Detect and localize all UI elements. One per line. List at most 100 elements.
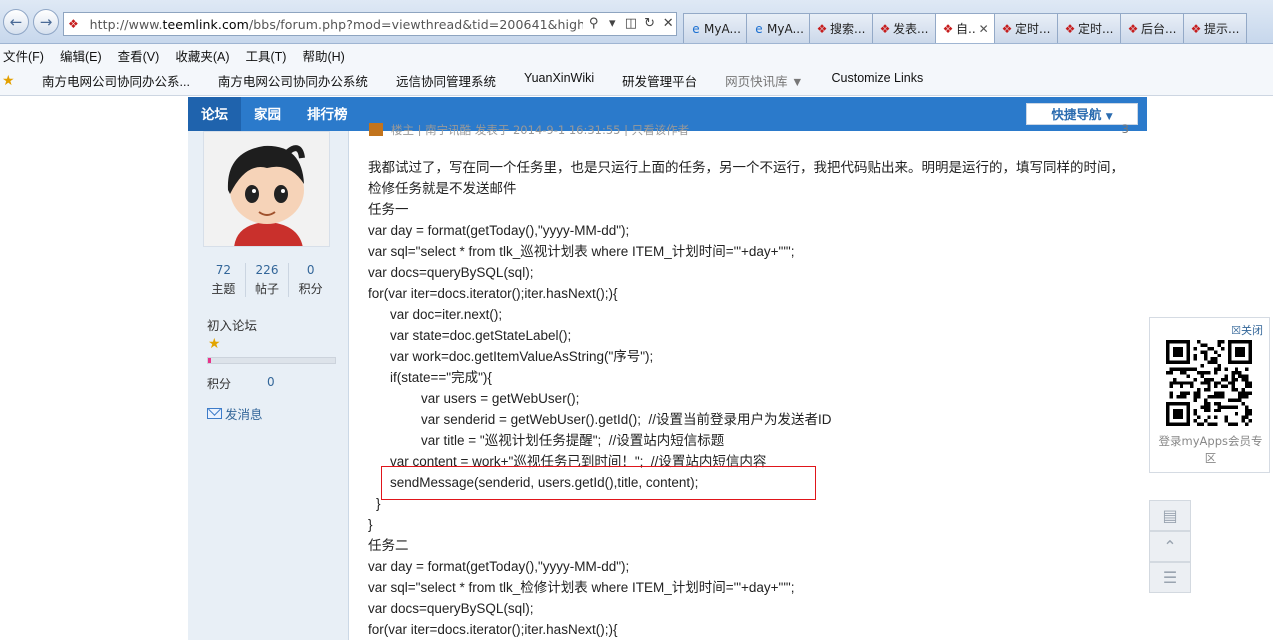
browser-tab[interactable]: ❖ 搜索... bbox=[809, 13, 873, 43]
ie-icon: e bbox=[755, 21, 763, 36]
browser-tab[interactable]: ❖ 提示... bbox=[1183, 13, 1247, 43]
code-line: for(var iter=docs.iterator();iter.hasNex… bbox=[368, 286, 618, 301]
menu-item[interactable]: 查看(V) bbox=[118, 46, 160, 65]
refresh-icon[interactable]: ↻ bbox=[642, 15, 658, 33]
code-line: var sql="select * from tlk_检修计划表 where I… bbox=[368, 580, 795, 595]
browser-tab[interactable]: ❖ 定时... bbox=[994, 13, 1058, 43]
author-sidebar: 72 主题 226 帖子 0 积分 初入论坛 ★ 积分 0 发消息 bbox=[188, 131, 349, 640]
nav-tab-ranking[interactable]: 排行榜 bbox=[294, 97, 361, 131]
code-line: for(var iter=docs.iterator();iter.hasNex… bbox=[368, 622, 618, 637]
compat-view-icon[interactable]: ◫ bbox=[623, 15, 639, 33]
level-star-icon: ★ bbox=[208, 336, 221, 352]
code-line: var users = getWebUser(); bbox=[421, 391, 580, 406]
user-group[interactable]: 初入论坛 bbox=[207, 315, 257, 334]
browser-tab[interactable]: ❖ 发表... bbox=[872, 13, 936, 43]
browser-titlebar: ← → ❖ http://www.teemlink.com/bbs/forum.… bbox=[0, 0, 1273, 44]
favorite-link[interactable]: 研发管理平台 bbox=[622, 71, 697, 90]
browser-tab[interactable]: e MyA... bbox=[683, 13, 747, 43]
browser-tab[interactable]: ❖ 后台... bbox=[1120, 13, 1184, 43]
browser-tab[interactable]: ❖ 定时... bbox=[1057, 13, 1121, 43]
code-line: var docs=queryBySQL(sql); bbox=[368, 265, 534, 280]
menu-item[interactable]: 编辑(E) bbox=[60, 46, 102, 65]
qr-code-image bbox=[1166, 340, 1252, 426]
forward-button[interactable]: → bbox=[33, 9, 59, 35]
list-button[interactable]: ☰ bbox=[1149, 562, 1191, 593]
code-line: if(state=="完成"){ bbox=[390, 370, 492, 385]
code-line: sendMessage(senderid, users.getId(),titl… bbox=[390, 475, 699, 490]
comment-button[interactable]: ▤ bbox=[1149, 500, 1191, 531]
teemlink-icon: ❖ bbox=[1127, 21, 1139, 36]
stat-posts[interactable]: 226 帖子 bbox=[246, 263, 290, 297]
level-progress-bar bbox=[207, 357, 336, 364]
dropdown-arrow-icon[interactable]: ▾ bbox=[604, 15, 620, 33]
code-line: var senderid = getWebUser().getId(); //设… bbox=[421, 412, 832, 427]
teemlink-icon: ❖ bbox=[816, 21, 828, 36]
favorite-link[interactable]: 网页快讯库 ▼ bbox=[725, 71, 803, 90]
stat-value: 226 bbox=[255, 263, 279, 277]
ie-icon: e bbox=[692, 21, 700, 36]
credit-row: 积分 0 bbox=[207, 375, 275, 392]
code-line: var docs=queryBySQL(sql); bbox=[368, 601, 534, 616]
code-line: var title = "巡视计划任务提醒"; //设置站内短信标题 bbox=[421, 433, 725, 448]
code-line: var day = format(getToday(),"yyyy-MM-dd"… bbox=[368, 223, 630, 238]
avatar[interactable] bbox=[203, 131, 330, 247]
browser-tab[interactable]: ❖ 自.. ✕ bbox=[935, 13, 995, 43]
level-progress-fill bbox=[208, 358, 211, 363]
side-toolbar: ▤ ⌃ ☰ bbox=[1149, 500, 1191, 593]
browser-tab[interactable]: e MyA... bbox=[746, 13, 810, 43]
mail-icon bbox=[207, 408, 222, 419]
menu-item[interactable]: 工具(T) bbox=[245, 46, 286, 65]
menu-item[interactable]: 文件(F) bbox=[3, 46, 44, 65]
qr-caption[interactable]: 登录myApps会员专区 bbox=[1154, 433, 1267, 467]
address-url[interactable]: http://www.teemlink.com/bbs/forum.php?mo… bbox=[90, 17, 583, 32]
author-stats: 72 主题 226 帖子 0 积分 bbox=[202, 263, 332, 297]
code-line: } bbox=[368, 517, 373, 532]
qr-panel: ☒关闭 登录myApps会员专区 bbox=[1149, 317, 1270, 473]
code-line: var content = work+"巡视任务已到时间！"; //设置站内短信… bbox=[390, 454, 767, 469]
teemlink-icon: ❖ bbox=[1064, 21, 1076, 36]
tab-label: 后台... bbox=[1141, 22, 1177, 36]
qr-close-button[interactable]: ☒关闭 bbox=[1231, 322, 1263, 338]
tab-close-icon[interactable]: ✕ bbox=[979, 22, 989, 36]
favorite-link[interactable]: Customize Links bbox=[832, 71, 924, 90]
stat-value: 0 bbox=[306, 263, 315, 277]
favorite-link[interactable]: 远信协同管理系统 bbox=[396, 71, 496, 90]
nav-tab-forum[interactable]: 论坛 bbox=[188, 97, 241, 131]
arrow-right-icon: → bbox=[39, 13, 53, 31]
tab-label: 定时... bbox=[1078, 22, 1114, 36]
menu-item[interactable]: 收藏夹(A) bbox=[175, 46, 229, 65]
back-to-top-button[interactable]: ⌃ bbox=[1149, 531, 1191, 562]
arrow-left-icon: ← bbox=[9, 13, 23, 31]
stop-icon[interactable]: ✕ bbox=[660, 15, 676, 33]
code-line: var day = format(getToday(),"yyyy-MM-dd"… bbox=[368, 559, 630, 574]
code-line: var state=doc.getStateLabel(); bbox=[390, 328, 572, 343]
stat-value: 72 bbox=[215, 263, 231, 277]
tab-label: 自.. bbox=[956, 22, 976, 36]
stat-threads[interactable]: 72 主题 bbox=[202, 263, 246, 297]
send-message-link[interactable]: 发消息 bbox=[207, 404, 263, 423]
teemlink-favicon-icon: ❖ bbox=[68, 17, 79, 31]
tab-label: MyA... bbox=[767, 21, 804, 36]
post-intro: 我都试过了，写在同一个任务里，也是只运行上面的任务，另一个不运行，我把代码贴出来… bbox=[368, 160, 1124, 196]
code-line: 任务二 bbox=[368, 538, 409, 553]
favorite-link[interactable]: 南方电网公司协同办公系... bbox=[42, 71, 190, 90]
teemlink-icon: ❖ bbox=[1190, 21, 1202, 36]
search-icon[interactable]: ⚲ bbox=[586, 15, 602, 33]
tab-label: MyA... bbox=[704, 21, 741, 36]
avatar-image bbox=[204, 132, 329, 246]
favorite-link[interactable]: 南方电网公司协同办公系统 bbox=[218, 71, 368, 90]
nav-tab-home[interactable]: 家园 bbox=[241, 97, 294, 131]
caret-down-icon: ▼ bbox=[1105, 112, 1113, 122]
favorite-link[interactable]: YuanXinWiki bbox=[524, 71, 594, 90]
stat-credits[interactable]: 0 积分 bbox=[289, 263, 332, 297]
menu-item[interactable]: 帮助(H) bbox=[302, 46, 344, 65]
favorites-bar: ★ 南方电网公司协同办公系... 南方电网公司协同办公系统 远信协同管理系统 Yuan… bbox=[0, 66, 1273, 96]
comment-icon: ▤ bbox=[1162, 506, 1178, 525]
address-bar[interactable]: ❖ http://www.teemlink.com/bbs/forum.php?… bbox=[63, 12, 677, 36]
credit-value: 0 bbox=[267, 375, 275, 389]
post-author-icon bbox=[369, 123, 383, 136]
code-line: } bbox=[376, 496, 381, 511]
back-button[interactable]: ← bbox=[3, 9, 29, 35]
code-line: var doc=iter.next(); bbox=[390, 307, 503, 322]
favorites-star-icon[interactable]: ★ bbox=[2, 72, 16, 89]
